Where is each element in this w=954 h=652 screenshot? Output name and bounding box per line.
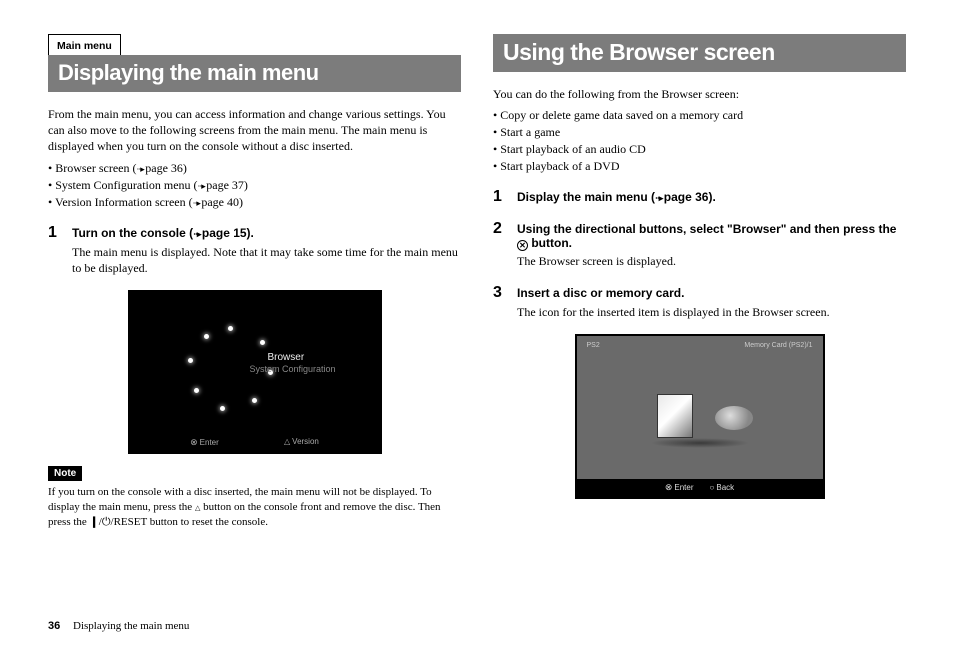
bullet-sys-config: • System Configuration menu (⋅⋅▸ page 37… (48, 178, 461, 193)
standby-bar-icon: ❙ (90, 516, 99, 528)
x-button-icon (190, 438, 200, 447)
step-title: Turn on the console (⋅⋅▸ page 15). (72, 226, 254, 240)
screenshot-memcard-label: Memory Card (PS2)/1 (744, 342, 812, 349)
arrow-icon: ⋅⋅▸ (137, 164, 146, 174)
heading-displaying-main-menu: Displaying the main menu (48, 55, 461, 92)
right-step-1: 1 Display the main menu (⋅⋅▸ page 36). (493, 188, 906, 206)
left-step-1: 1 Turn on the console (⋅⋅▸ page 15). The… (48, 224, 461, 276)
step-number: 1 (48, 224, 64, 242)
triangle-button-icon (284, 437, 292, 446)
right-step-3: 3 Insert a disc or memory card. The icon… (493, 284, 906, 320)
power-icon (102, 516, 111, 528)
step-title: Display the main menu (⋅⋅▸ page 36). (517, 190, 716, 204)
bullets-left: • Browser screen (⋅⋅▸ page 36) • System … (48, 161, 461, 210)
main-menu-screenshot: Browser System Configuration Enter Versi… (128, 290, 382, 454)
screenshot-back-label: Back (710, 483, 735, 492)
right-step-2: 2 Using the directional buttons, select … (493, 220, 906, 269)
browser-screenshot: PS2 Memory Card (PS2)/1 Enter Back (575, 334, 825, 499)
page-number: 36 (48, 620, 60, 632)
screenshot-ps2-label: PS2 (587, 342, 600, 349)
bullet-audio-cd: • Start playback of an audio CD (493, 142, 906, 157)
screenshot-sysconf-label: System Configuration (250, 364, 336, 374)
screenshot-version-label: Version (284, 437, 319, 448)
step-title: Using the directional buttons, select "B… (517, 222, 906, 251)
step-number: 1 (493, 188, 509, 206)
step-body: The icon for the inserted item is displa… (517, 304, 906, 320)
note-text: If you turn on the console with a disc i… (48, 485, 461, 530)
bullet-start-game: • Start a game (493, 125, 906, 140)
screenshot-enter-label: Enter (190, 437, 219, 448)
step-body: The main menu is displayed. Note that it… (72, 244, 461, 276)
step-number: 3 (493, 284, 509, 302)
heading-using-browser: Using the Browser screen (493, 34, 906, 72)
arrow-icon: ⋅⋅▸ (198, 181, 207, 191)
step-body: The Browser screen is displayed. (517, 253, 906, 269)
intro-left: From the main menu, you can access infor… (48, 106, 461, 155)
right-column: Using the Browser screen You can do the … (493, 34, 906, 530)
screenshot-browser-label: Browser (268, 352, 305, 363)
step-number: 2 (493, 220, 509, 238)
bullet-version-info: • Version Information screen (⋅⋅▸ page 4… (48, 195, 461, 210)
arrow-icon: ⋅⋅▸ (655, 193, 664, 203)
x-button-icon (665, 483, 675, 492)
bullet-dvd: • Start playback of a DVD (493, 159, 906, 174)
bullets-right: • Copy or delete game data saved on a me… (493, 108, 906, 174)
step-title: Insert a disc or memory card. (517, 286, 684, 300)
intro-right: You can do the following from the Browse… (493, 86, 906, 102)
page-footer: 36 Displaying the main menu (48, 620, 189, 632)
x-button-icon: ✕ (517, 240, 528, 251)
bullet-browser-screen: • Browser screen (⋅⋅▸ page 36) (48, 161, 461, 176)
breadcrumb-box: Main menu (48, 34, 121, 55)
shadow-icon (630, 436, 770, 450)
disc-icon (715, 406, 753, 430)
screenshot-enter-label: Enter (665, 482, 694, 493)
arrow-icon: ⋅⋅▸ (193, 229, 202, 239)
bullet-copy-delete: • Copy or delete game data saved on a me… (493, 108, 906, 123)
breadcrumb: Main menu (57, 40, 112, 52)
left-column: Main menu Displaying the main menu From … (48, 34, 461, 530)
footer-title: Displaying the main menu (73, 620, 189, 632)
note-label: Note (48, 466, 82, 481)
memory-card-icon (657, 394, 693, 438)
